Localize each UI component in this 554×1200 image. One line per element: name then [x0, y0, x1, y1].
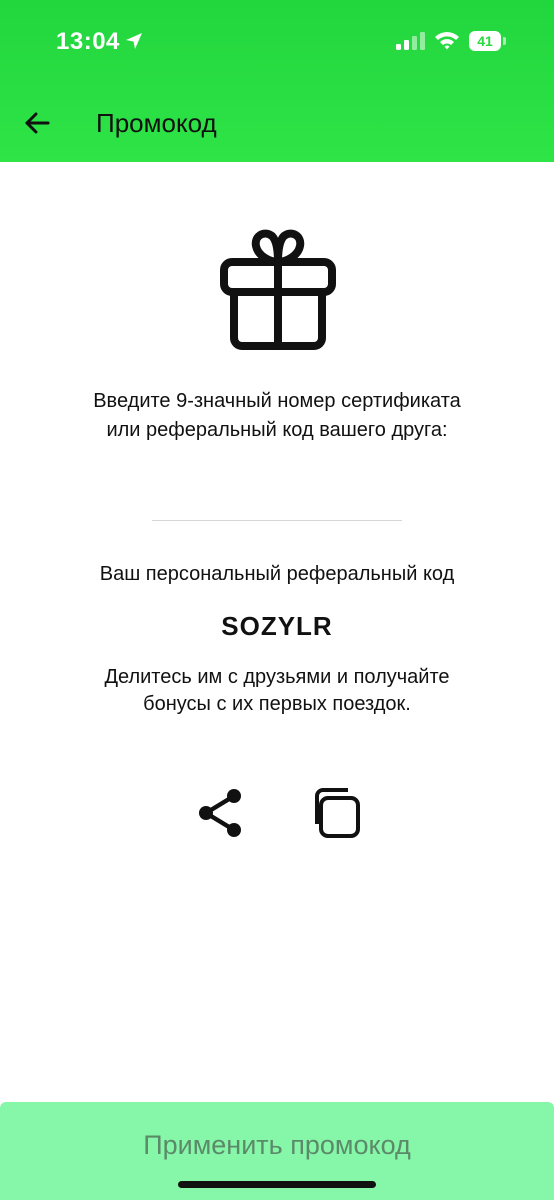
- instruction-line-2: или реферальный код вашего друга:: [106, 419, 448, 441]
- back-button[interactable]: [20, 106, 54, 140]
- page-title: Промокод: [96, 108, 217, 138]
- copy-button[interactable]: [306, 786, 362, 842]
- location-arrow-icon: [126, 33, 142, 49]
- header-bar: 13:04 41 Промокод: [0, 0, 554, 162]
- share-description-line-1: Делитесь им с друзьями и получайте: [104, 666, 450, 688]
- gift-icon: [220, 229, 336, 350]
- wifi-icon: [435, 32, 459, 50]
- cellular-signal-icon: [396, 32, 425, 50]
- promo-code-input[interactable]: [152, 480, 402, 521]
- share-description-line-2: бонусы с их первых поездок.: [143, 693, 411, 715]
- battery-level: 41: [469, 31, 501, 51]
- instruction-line-1: Введите 9-значный номер сертификата: [93, 390, 461, 412]
- share-description: Делитесь им с друзьями и получайте бонус…: [0, 664, 554, 718]
- share-button[interactable]: [194, 787, 246, 839]
- arrow-left-icon: [25, 112, 50, 134]
- battery-indicator: 41: [469, 31, 506, 51]
- instruction-text: Введите 9-значный номер сертификата или …: [0, 387, 554, 445]
- copy-icon: [315, 788, 360, 838]
- share-icon: [199, 789, 241, 837]
- personal-code-label: Ваш персональный реферальный код: [99, 563, 455, 585]
- status-time: 13:04: [56, 28, 120, 55]
- battery-tip: [503, 37, 506, 45]
- home-indicator: [178, 1181, 376, 1188]
- referral-code: SOZYLR: [221, 611, 333, 641]
